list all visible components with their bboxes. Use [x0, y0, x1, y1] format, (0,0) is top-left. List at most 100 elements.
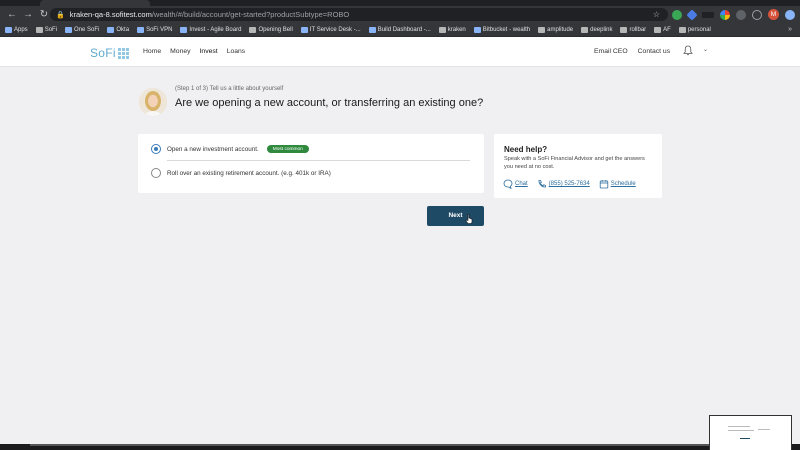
- most-common-badge: Most common: [266, 145, 309, 153]
- bookmark-item[interactable]: deeplink: [581, 26, 613, 33]
- logo-text: SoFi: [90, 46, 116, 60]
- bookmark-label: deeplink: [590, 26, 613, 33]
- option-rollover[interactable]: Roll over an existing retirement account…: [151, 168, 331, 178]
- account-chevron-down-icon[interactable]: ⌄: [703, 46, 708, 53]
- chat-label: Chat: [515, 181, 528, 187]
- bookmark-icon: [65, 26, 73, 33]
- site-header: SoFi Home Money Invest Loans Email CEO C…: [0, 37, 800, 67]
- bookmark-label: kraken: [447, 26, 466, 33]
- nav-home[interactable]: Home: [143, 48, 161, 55]
- phone-link[interactable]: (855) 525-7634: [537, 179, 590, 189]
- phone-icon: [538, 180, 546, 188]
- bookmark-label: rollbar: [629, 26, 647, 33]
- folder-icon: [249, 26, 257, 33]
- logo-mark-icon: [117, 47, 129, 59]
- page-title: Are we opening a new account, or transfe…: [175, 97, 484, 109]
- radio-new-account[interactable]: [151, 144, 161, 154]
- sofi-logo[interactable]: SoFi: [90, 46, 129, 60]
- extension-blue-icon[interactable]: [785, 9, 795, 20]
- help-links: Chat (855) 525-7634 Schedule: [503, 179, 636, 189]
- bookmark-label: SoFi: [44, 26, 58, 33]
- extension-color-wheel-icon[interactable]: [720, 9, 730, 20]
- back-arrow-icon[interactable]: ←: [4, 6, 20, 23]
- next-button[interactable]: Next: [427, 206, 484, 226]
- bookmark-item[interactable]: SoFi VPN: [137, 26, 172, 33]
- option-new-account[interactable]: Open a new investment account. Most comm…: [151, 144, 309, 154]
- apps-grid-icon: [5, 26, 12, 33]
- right-nav: Email CEO Contact us: [594, 48, 670, 55]
- extension-diamond-icon[interactable]: [686, 8, 698, 21]
- bookmark-item[interactable]: One SoFi: [65, 26, 100, 33]
- extension-gear-icon[interactable]: [736, 9, 746, 20]
- bookmark-label: Invest - Agile Board: [189, 26, 242, 33]
- advisor-avatar: [139, 88, 167, 116]
- help-description: Speak with a SoFi Financial Advisor and …: [504, 156, 645, 170]
- forward-arrow-icon[interactable]: →: [20, 6, 36, 23]
- bookmarks-more-icon[interactable]: »: [788, 26, 792, 33]
- email-ceo-link[interactable]: Email CEO: [594, 48, 628, 55]
- bookmark-label: One SoFi: [74, 26, 100, 33]
- account-options-card: Open a new investment account. Most comm…: [138, 134, 484, 193]
- bookmark-icon: [300, 26, 308, 33]
- step-label: (Step 1 of 3) Tell us a little about you…: [175, 86, 284, 92]
- chat-bubble-icon: [503, 179, 513, 189]
- folder-icon: [678, 26, 686, 33]
- bookmark-label: amplitude: [547, 26, 574, 33]
- schedule-link[interactable]: Schedule: [599, 179, 636, 189]
- extension-dark-icon[interactable]: [702, 11, 714, 18]
- extension-green-icon[interactable]: [672, 9, 682, 20]
- nav-invest[interactable]: Invest: [200, 48, 218, 55]
- folder-icon: [35, 26, 43, 33]
- url-path: /wealth/#/build/account/get-started?prod…: [151, 10, 350, 19]
- folder-icon: [654, 26, 662, 33]
- url-host: kraken-qa-8.sofitest.com: [69, 10, 152, 19]
- schedule-label: Schedule: [610, 181, 636, 187]
- help-title: Need help?: [504, 145, 548, 154]
- browser-toolbar: ← → ↻ 🔒 kraken-qa-8.sofitest.com /wealth…: [0, 6, 800, 23]
- bookmark-item[interactable]: Invest - Agile Board: [180, 26, 242, 33]
- bookmark-icon: [368, 26, 376, 33]
- contact-us-link[interactable]: Contact us: [638, 48, 671, 55]
- hand-cursor-icon: [465, 214, 473, 224]
- bookmark-label: IT Service Desk -...: [309, 26, 361, 33]
- bell-icon[interactable]: [683, 45, 693, 56]
- option-new-account-label: Open a new investment account.: [167, 145, 259, 153]
- bookmark-item[interactable]: Opening Bell: [249, 26, 293, 33]
- bookmark-item[interactable]: rollbar: [620, 26, 647, 33]
- folder-icon: [538, 26, 546, 33]
- bookmarks-bar: Apps SoFi One SoFi Okta SoFi VPN Invest - Agi…: [0, 23, 800, 37]
- main-nav: Home Money Invest Loans: [143, 48, 245, 55]
- bookmark-item[interactable]: SoFi: [35, 26, 58, 33]
- bookmark-item[interactable]: AF: [654, 26, 671, 33]
- extension-info-icon[interactable]: [752, 9, 762, 20]
- bookmark-item[interactable]: Bitbucket - wealth: [473, 26, 531, 33]
- bookmark-item[interactable]: Apps: [5, 26, 28, 33]
- profile-avatar[interactable]: M: [768, 9, 779, 20]
- bookmark-item[interactable]: Okta: [107, 26, 130, 33]
- help-card: Need help? Speak with a SoFi Financial A…: [494, 134, 662, 198]
- bookmark-item[interactable]: IT Service Desk -...: [300, 26, 361, 33]
- bookmark-label: Apps: [14, 26, 28, 33]
- bookmark-icon: [473, 26, 481, 33]
- chat-link[interactable]: Chat: [503, 179, 528, 189]
- folder-icon: [620, 26, 628, 33]
- bottom-edge: [0, 444, 800, 450]
- bookmark-label: Opening Bell: [258, 26, 293, 33]
- bookmark-item[interactable]: Build Dashboard -...: [368, 26, 431, 33]
- bookmark-label: Okta: [116, 26, 130, 33]
- bookmark-star-icon[interactable]: ☆: [653, 8, 660, 21]
- bookmark-item[interactable]: personal: [678, 26, 711, 33]
- bookmark-label: AF: [663, 26, 671, 33]
- bookmark-label: Bitbucket - wealth: [482, 26, 531, 33]
- bookmark-item[interactable]: kraken: [438, 26, 466, 33]
- extension-icons: M ⋮: [672, 8, 800, 21]
- bookmark-label: Build Dashboard -...: [377, 26, 431, 33]
- calendar-icon: [599, 180, 608, 189]
- radio-rollover[interactable]: [151, 168, 161, 178]
- lock-icon: 🔒: [56, 11, 65, 19]
- nav-loans[interactable]: Loans: [227, 48, 246, 55]
- bookmark-label: personal: [687, 26, 711, 33]
- bookmark-item[interactable]: amplitude: [538, 26, 574, 33]
- nav-money[interactable]: Money: [170, 48, 190, 55]
- address-bar[interactable]: 🔒 kraken-qa-8.sofitest.com /wealth/#/bui…: [50, 8, 668, 21]
